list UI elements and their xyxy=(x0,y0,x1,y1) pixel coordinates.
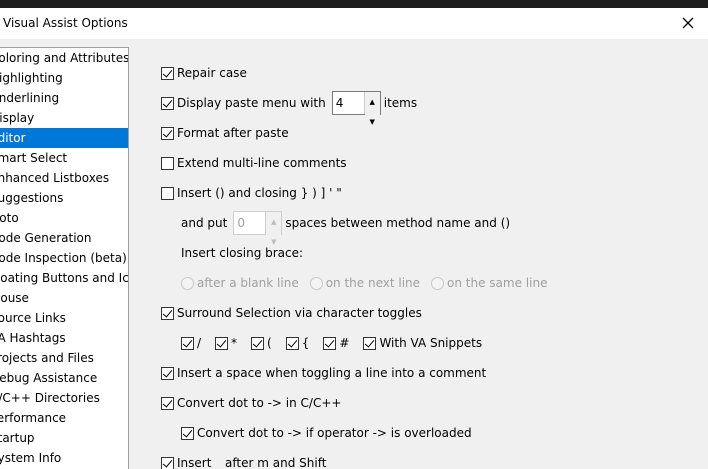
close-icon xyxy=(682,17,694,29)
options-category-list[interactable]: Coloring and Attributes Highlighting Und… xyxy=(0,47,129,469)
spaces-value[interactable]: 0 xyxy=(234,212,265,234)
toggle-brace[interactable]: { xyxy=(285,333,309,353)
convert-dot-checkbox[interactable] xyxy=(161,396,174,410)
paste-menu-checkbox[interactable] xyxy=(161,96,174,110)
format-after-paste-checkbox[interactable] xyxy=(161,126,174,140)
window-title: Visual Assist Options xyxy=(3,16,128,30)
sidebar-item-editor[interactable]: Editor xyxy=(0,128,128,148)
insert-after-m-checkbox[interactable] xyxy=(161,456,174,469)
convert-dot-overloaded-checkbox[interactable] xyxy=(181,426,194,440)
toggle-slash[interactable]: / xyxy=(181,333,201,353)
insert-closing-option[interactable]: Insert () and closing } ) ] ' " xyxy=(161,183,342,203)
close-button[interactable] xyxy=(674,11,702,35)
radio-after-blank-line[interactable] xyxy=(181,276,194,290)
insert-after-m-option[interactable]: Insert _ after m and Shift xyxy=(161,453,326,469)
sidebar-item-floating-buttons[interactable]: Floating Buttons and Icons xyxy=(0,268,128,288)
closing-brace-radio-group: after a blank line on the next line on t… xyxy=(181,273,558,293)
sidebar-item-system-info[interactable]: System Info xyxy=(0,448,128,468)
repair-case-checkbox[interactable] xyxy=(161,66,174,80)
sidebar-item-goto[interactable]: Goto xyxy=(0,208,128,228)
paste-menu-option[interactable]: Display paste menu with 4 ▲ ▼ items xyxy=(161,91,417,132)
closing-brace-label: Insert closing brace: xyxy=(181,246,304,260)
convert-dot-option[interactable]: Convert dot to -> in C/C++ xyxy=(161,393,341,413)
paste-menu-items-stepper[interactable]: 4 ▲ ▼ xyxy=(331,91,381,132)
sidebar-item-mouse[interactable]: Mouse xyxy=(0,288,128,308)
sidebar-item-highlighting[interactable]: Highlighting xyxy=(0,68,128,88)
sidebar-item-startup[interactable]: Startup xyxy=(0,428,128,448)
insert-space-option[interactable]: Insert a space when toggling a line into… xyxy=(161,363,486,383)
sidebar-item-display[interactable]: Display xyxy=(0,108,128,128)
repair-case-option[interactable]: Repair case xyxy=(161,63,247,83)
sidebar-item-underlining[interactable]: Underlining xyxy=(0,88,128,108)
sidebar-item-source-links[interactable]: Source Links xyxy=(0,308,128,328)
toggle-characters-row: / * ( { # With VA Snippets xyxy=(181,333,496,353)
insert-closing-checkbox[interactable] xyxy=(161,186,174,200)
sidebar-item-code-generation[interactable]: Code Generation xyxy=(0,228,128,248)
sidebar-item-code-inspection[interactable]: Code Inspection (beta) xyxy=(0,248,128,268)
stepper-down-icon[interactable]: ▼ xyxy=(364,112,380,132)
options-dialog: Visual Assist Options Coloring and Attri… xyxy=(0,8,708,469)
and-put-spaces-row: and put 0 ▲ ▼ spaces between method name… xyxy=(181,211,510,252)
spaces-stepper[interactable]: 0 ▲ ▼ xyxy=(233,211,283,252)
format-after-paste-option[interactable]: Format after paste xyxy=(161,123,289,143)
extend-comments-checkbox[interactable] xyxy=(161,156,174,170)
stepper-up-icon[interactable]: ▲ xyxy=(364,92,380,112)
desktop-strip xyxy=(0,0,708,8)
sidebar-item-performance[interactable]: Performance xyxy=(0,408,128,428)
editor-options-panel: Repair case Display paste menu with 4 ▲ … xyxy=(130,47,708,469)
sidebar-item-suggestions[interactable]: Suggestions xyxy=(0,188,128,208)
insert-space-checkbox[interactable] xyxy=(161,366,174,380)
convert-dot-overloaded-option[interactable]: Convert dot to -> if operator -> is over… xyxy=(181,423,472,443)
toggle-asterisk[interactable]: * xyxy=(215,333,237,353)
toggle-hash[interactable]: # xyxy=(323,333,349,353)
sidebar-item-projects-files[interactable]: Projects and Files xyxy=(0,348,128,368)
sidebar-item-cpp-directories[interactable]: C/C++ Directories xyxy=(0,388,128,408)
sidebar-item-va-hashtags[interactable]: VA Hashtags xyxy=(0,328,128,348)
title-bar: Visual Assist Options xyxy=(0,8,708,39)
toggle-paren[interactable]: ( xyxy=(251,333,272,353)
surround-selection-option[interactable]: Surround Selection via character toggles xyxy=(161,303,422,323)
paste-menu-items-value[interactable]: 4 xyxy=(333,92,364,114)
surround-selection-checkbox[interactable] xyxy=(161,306,174,320)
sidebar-item-debug-assistance[interactable]: Debug Assistance xyxy=(0,368,128,388)
radio-on-same-line[interactable] xyxy=(431,276,445,290)
extend-comments-option[interactable]: Extend multi-line comments xyxy=(161,153,347,173)
sidebar-item-coloring[interactable]: Coloring and Attributes xyxy=(0,48,128,68)
toggle-va-snippets[interactable]: With VA Snippets xyxy=(363,333,482,353)
sidebar-item-enhanced-listboxes[interactable]: Enhanced Listboxes xyxy=(0,168,128,188)
sidebar-item-smart-select[interactable]: Smart Select xyxy=(0,148,128,168)
stepper-up-icon[interactable]: ▲ xyxy=(266,212,282,232)
radio-on-next-line[interactable] xyxy=(309,276,323,290)
